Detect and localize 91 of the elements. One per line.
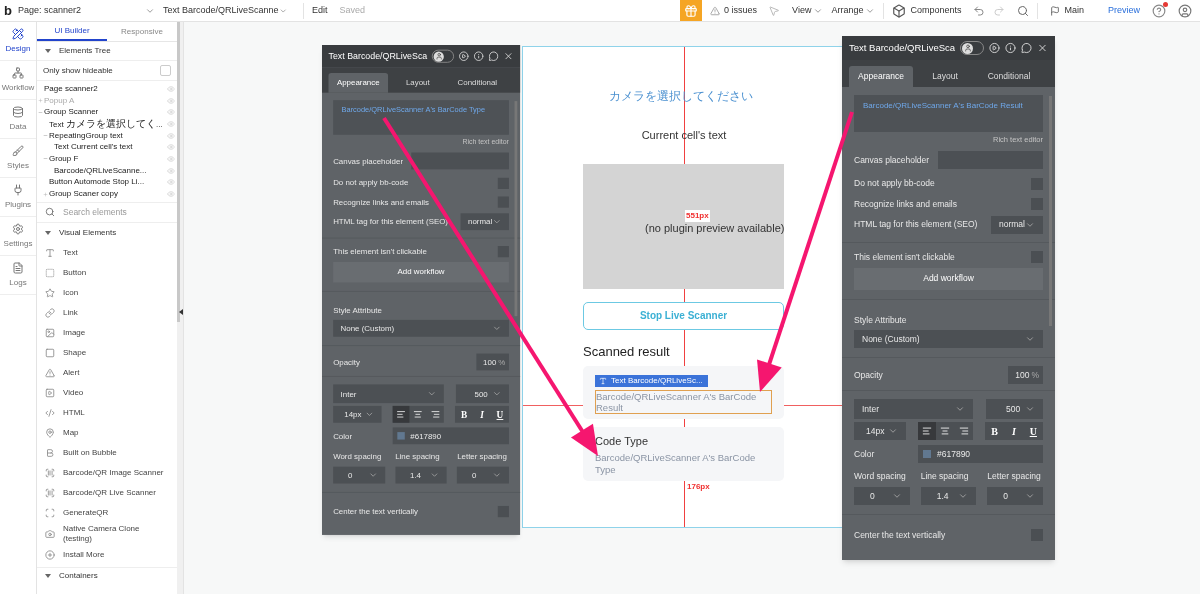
distance-label: 551px: [685, 210, 710, 222]
saved-status: Saved: [339, 3, 366, 17]
element-item[interactable]: Video: [37, 382, 177, 403]
distance-label: 176px: [686, 481, 711, 493]
element-item[interactable]: Shape: [37, 342, 177, 363]
text-style-button[interactable]: I: [472, 406, 491, 423]
checkbox-label: This element isn't clickable: [854, 250, 955, 264]
card-heading: Code Type: [595, 434, 648, 449]
edit-menu[interactable]: Edit: [312, 3, 328, 18]
text-style-button[interactable]: I: [1004, 422, 1024, 441]
tree-item[interactable]: Group F: [37, 153, 177, 165]
font-weight-select[interactable]: 500: [986, 399, 1043, 420]
add-workflow-button[interactable]: Add workflow: [854, 267, 1043, 290]
element-item[interactable]: GenerateQR: [37, 502, 177, 523]
panel-tab[interactable]: Responsive: [107, 22, 177, 41]
spacing-select[interactable]: 1.4: [920, 487, 977, 505]
page-dropdown[interactable]: Page: scanner2: [18, 0, 163, 21]
checkbox-label: Do not apply bb-code: [854, 177, 935, 190]
element-item[interactable]: HTML: [37, 402, 177, 423]
branch-button[interactable]: Main: [1050, 3, 1084, 18]
element-item[interactable]: Built on Bubble: [37, 442, 177, 463]
preview-message: (no plugin preview available): [645, 220, 785, 236]
field-label: Line spacing: [920, 470, 970, 483]
element-item[interactable]: Barcode/QR Image Scanner: [37, 462, 177, 483]
field-label: Letter spacing: [987, 470, 1042, 483]
tree-item[interactable]: Group Scanner: [37, 106, 177, 119]
element-item[interactable]: Button: [37, 262, 177, 283]
text-style-button[interactable]: U: [490, 406, 509, 423]
sidebar-tab[interactable]: Styles: [0, 139, 36, 178]
text-style-button[interactable]: B: [985, 422, 1005, 441]
preview-link[interactable]: Preview: [1108, 3, 1140, 18]
text-style-button[interactable]: B: [455, 406, 473, 423]
opacity-input[interactable]: 100 %: [1008, 366, 1043, 385]
element-item[interactable]: Map: [37, 422, 177, 443]
tree-item[interactable]: Text Current cell's text: [37, 141, 177, 154]
view-menu[interactable]: View: [792, 3, 824, 18]
panel-title: Text Barcode/QRLiveSca: [328, 49, 428, 63]
sidebar-tab[interactable]: Design: [0, 22, 36, 61]
sidebar-tab[interactable]: Plugins: [0, 178, 36, 217]
field-label: Style Attribute: [854, 313, 908, 327]
tree-item[interactable]: Barcode/QRLiveScanne...: [37, 164, 177, 177]
selected-element-tag[interactable]: Text Barcode/QRLiveSc...: [595, 375, 708, 387]
html-tag-select[interactable]: normal: [991, 215, 1043, 234]
spacing-select[interactable]: 0: [987, 487, 1043, 505]
style-select[interactable]: None (Custom): [854, 330, 1043, 349]
tree-item[interactable]: Button Automode Stop Li...: [37, 176, 177, 189]
field-label: Opacity: [854, 368, 883, 382]
element-item[interactable]: Icon: [37, 282, 177, 303]
color-field[interactable]: #617890: [918, 445, 1043, 464]
text-style-button[interactable]: U: [1023, 422, 1043, 441]
components-button[interactable]: Components: [892, 3, 962, 18]
element-item[interactable]: Image: [37, 322, 177, 343]
element-item[interactable]: Barcode/QR Live Scanner: [37, 482, 177, 503]
panel-tab[interactable]: UI Builder: [37, 22, 107, 41]
checkbox-label: Only show hideable: [43, 64, 113, 77]
tree-item[interactable]: Page scanner2: [37, 83, 177, 95]
panel-tab[interactable]: Conditional: [977, 66, 1041, 87]
checkbox-label: Center the text vertically: [854, 529, 946, 542]
tree-item[interactable]: Group Scaner copy: [37, 188, 177, 200]
search-field[interactable]: Search elements: [63, 206, 163, 219]
element-item[interactable]: Install More: [37, 544, 177, 565]
panel-title: Text Barcode/QRLiveSca: [849, 40, 956, 55]
checkbox-label: Recognize links and emails: [854, 198, 957, 211]
section-header: Elements Tree: [59, 45, 111, 57]
field-label: Word spacing: [854, 470, 907, 483]
sidebar-tab[interactable]: Data: [0, 100, 36, 139]
logo[interactable]: b: [0, 0, 16, 21]
field-label: HTML tag for this element (SEO): [854, 218, 978, 232]
element-item[interactable]: Alert: [37, 362, 177, 383]
element-item[interactable]: Link: [37, 302, 177, 323]
section-heading: Scanned result: [583, 342, 670, 361]
field-label: Canvas placeholder: [854, 153, 930, 167]
sidebar-tab[interactable]: Workflow: [0, 61, 36, 100]
panel-tab[interactable]: Layout: [913, 66, 977, 87]
type-text: Barcode/QRLiveScanner A's BarCode Type: [595, 451, 757, 476]
sidebar-tab[interactable]: Logs: [0, 256, 36, 295]
section-header: Containers: [59, 570, 98, 583]
element-dropdown[interactable]: Text Barcode/QRLiveScanne: [163, 0, 295, 21]
font-select[interactable]: Inter: [854, 399, 973, 420]
panel-tab[interactable]: Appearance: [849, 66, 913, 87]
field-label: Color: [854, 447, 875, 461]
tree-item[interactable]: Text カメラを選択してく...: [37, 118, 177, 130]
tree-item[interactable]: RepeatingGroup text: [37, 129, 177, 142]
sidebar-tab[interactable]: Settings: [0, 217, 36, 256]
issues-button[interactable]: 0 issues: [710, 3, 761, 18]
element-item[interactable]: Native Camera Clone (testing): [37, 522, 177, 545]
element-item[interactable]: Text: [37, 242, 177, 263]
font-size-select[interactable]: 14px: [854, 422, 906, 441]
section-header: Visual Elements: [59, 226, 117, 239]
arrange-menu[interactable]: Arrange: [831, 3, 876, 18]
spacing-select[interactable]: 0: [854, 487, 910, 505]
